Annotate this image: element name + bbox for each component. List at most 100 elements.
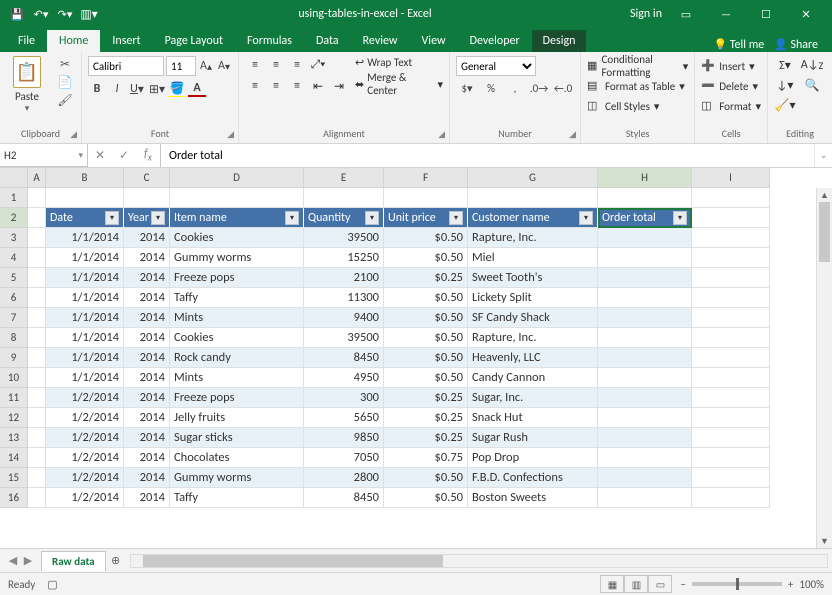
increase-decimal-icon[interactable]: .0→ [528,79,550,97]
row-header[interactable]: 15 [0,468,28,488]
cell[interactable]: $0.50 [384,468,468,488]
format-painter-icon[interactable]: 🖌 [55,92,75,108]
cell[interactable]: 5650 [304,408,384,428]
tab-view[interactable]: View [410,30,458,52]
cell[interactable] [692,308,770,328]
comma-format-icon[interactable]: , [504,79,526,97]
cell[interactable]: 1/2/2014 [46,488,124,508]
view-page-break-icon[interactable]: ▭ [648,575,672,593]
cell[interactable]: Mints [170,368,304,388]
paste-button[interactable]: 📋 Paste ▾ [6,56,48,114]
cell[interactable] [28,308,46,328]
save-icon[interactable]: 💾 [6,3,28,25]
cell[interactable] [692,208,770,228]
cell[interactable] [598,288,692,308]
cell[interactable]: Lickety Split [468,288,598,308]
delete-cells-button[interactable]: ➖Delete ▾ [701,76,761,96]
cell[interactable]: 2014 [124,268,170,288]
cell[interactable] [598,268,692,288]
align-left-icon[interactable]: ≡ [245,77,265,95]
tab-developer[interactable]: Developer [458,30,532,52]
cell[interactable]: 300 [304,388,384,408]
cell[interactable] [692,468,770,488]
vertical-scrollbar[interactable]: ▲ ▼ [816,188,832,548]
tab-home[interactable]: Home [47,30,100,52]
cell[interactable]: 1/2/2014 [46,408,124,428]
row-header[interactable]: 11 [0,388,28,408]
col-header-F[interactable]: F [384,168,468,188]
cell[interactable] [46,188,124,208]
cell[interactable]: Sugar sticks [170,428,304,448]
cell[interactable]: 2014 [124,248,170,268]
cell[interactable]: Taffy [170,488,304,508]
sheet-tab-raw-data[interactable]: Raw data [41,551,106,571]
cell[interactable] [598,368,692,388]
cell[interactable]: 2014 [124,448,170,468]
cut-icon[interactable]: ✂ [55,56,75,72]
table-header-qty[interactable]: Quantity [304,208,384,228]
cell[interactable]: 1/2/2014 [46,448,124,468]
cell[interactable]: $0.50 [384,308,468,328]
cell[interactable]: Pop Drop [468,448,598,468]
cell[interactable] [692,288,770,308]
cell[interactable] [598,248,692,268]
cell[interactable]: 8450 [304,348,384,368]
share-button[interactable]: Share [774,38,818,52]
cell[interactable]: Cookies [170,228,304,248]
cell[interactable]: Heavenly, LLC [468,348,598,368]
cell[interactable] [692,488,770,508]
expand-formula-bar-icon[interactable]: ⌄ [814,144,832,167]
tab-design[interactable]: Design [532,30,587,52]
cell[interactable] [692,388,770,408]
find-select-icon[interactable]: 🔍 [798,76,826,94]
table-header-total[interactable]: Order total [598,208,692,228]
table-header-cust[interactable]: Customer name [468,208,598,228]
orientation-icon[interactable]: ⤢▾ [308,56,328,74]
enter-formula-icon[interactable]: ✓ [112,148,136,163]
tab-formulas[interactable]: Formulas [235,30,304,52]
table-header-year[interactable]: Year [124,208,170,228]
cell[interactable]: 9850 [304,428,384,448]
cell[interactable] [28,408,46,428]
cell[interactable]: 2014 [124,468,170,488]
cell[interactable]: 2014 [124,328,170,348]
font-color-button[interactable]: A [188,80,206,98]
insert-cells-button[interactable]: ➕Insert ▾ [701,56,761,76]
cell[interactable] [124,188,170,208]
cell[interactable]: Gummy worms [170,468,304,488]
cell[interactable]: 1/2/2014 [46,388,124,408]
row-header[interactable]: 7 [0,308,28,328]
cell[interactable]: F.B.D. Confections [468,468,598,488]
minimize-button[interactable]: — [706,0,746,28]
align-center-icon[interactable]: ≡ [266,77,286,95]
row-header[interactable]: 16 [0,488,28,508]
cell[interactable]: 39500 [304,228,384,248]
undo-icon[interactable]: ↶▾ [30,3,52,25]
cell[interactable] [692,408,770,428]
new-sheet-button[interactable]: ⊕ [106,554,126,567]
scroll-up-icon[interactable]: ▲ [817,188,832,202]
cell[interactable]: 8450 [304,488,384,508]
cell[interactable]: 1/1/2014 [46,348,124,368]
cell[interactable] [692,268,770,288]
cell[interactable]: 1/1/2014 [46,228,124,248]
table-header-date[interactable]: Date [46,208,124,228]
cell[interactable] [28,248,46,268]
cell[interactable] [692,188,770,208]
table-header-price[interactable]: Unit price [384,208,468,228]
cell[interactable]: 2014 [124,368,170,388]
dialog-launcher-icon[interactable]: ◢ [227,128,234,142]
cell[interactable]: 4950 [304,368,384,388]
cell[interactable]: 1/1/2014 [46,308,124,328]
cell[interactable] [598,308,692,328]
row-header[interactable]: 9 [0,348,28,368]
fill-color-button[interactable]: 🪣 [168,80,186,98]
merge-center-button[interactable]: ⬌Merge & Center ▾ [355,71,443,97]
align-right-icon[interactable]: ≡ [287,77,307,95]
cell[interactable] [28,448,46,468]
cell[interactable] [692,448,770,468]
col-header-I[interactable]: I [692,168,770,188]
border-button[interactable]: ⊞▾ [148,80,166,98]
cell[interactable] [28,328,46,348]
cell[interactable]: Mints [170,308,304,328]
